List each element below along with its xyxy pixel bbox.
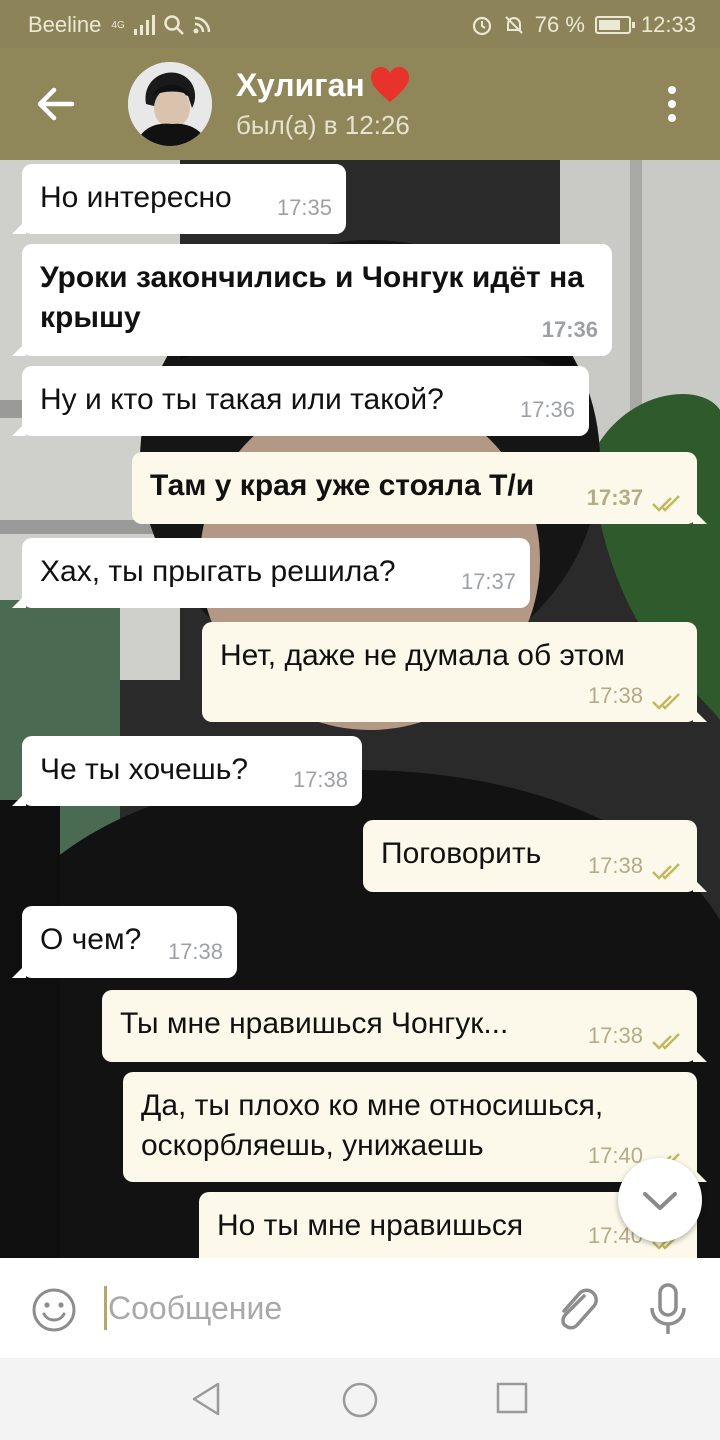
- message-text: Поговорить: [381, 837, 542, 870]
- back-arrow-icon[interactable]: [30, 80, 80, 128]
- avatar-photo: [128, 62, 212, 146]
- message-bubble[interactable]: Поговорить 17:38: [363, 820, 707, 892]
- message-time: 17:38: [587, 683, 643, 708]
- smiley-icon[interactable]: [30, 1286, 78, 1334]
- message-bubble[interactable]: Нет, даже не думала об этом 17:38: [202, 622, 707, 722]
- message-text: Там у края уже стояла Т/и: [150, 469, 535, 502]
- nav-recents-icon[interactable]: [496, 1382, 528, 1414]
- carrier-name: Beeline: [28, 12, 102, 37]
- message-input[interactable]: [108, 1280, 538, 1336]
- message-time: 17:38: [292, 767, 348, 792]
- read-check-icon: [652, 693, 680, 710]
- paperclip-icon[interactable]: [552, 1284, 602, 1334]
- contact-status: был(а) в 12:26: [236, 110, 410, 140]
- chevron-down-icon: [643, 1192, 677, 1210]
- message-bubble[interactable]: О чем? 17:38: [12, 906, 237, 978]
- nav-home-icon[interactable]: [340, 1380, 380, 1420]
- search-icon: [163, 15, 184, 35]
- message-bubble[interactable]: Уроки закончились и Чонгук идёт на крышу…: [12, 244, 612, 356]
- system-nav-bar: [0, 1358, 720, 1440]
- clock: 12:33: [640, 12, 696, 37]
- kebab-menu-icon[interactable]: [656, 84, 688, 124]
- rss-icon: [193, 16, 210, 34]
- read-check-icon: [652, 495, 680, 512]
- scroll-down-button[interactable]: [618, 1158, 702, 1242]
- battery-percent: 76 %: [534, 12, 585, 37]
- message-text: Нет, даже не думала об этом: [220, 639, 625, 672]
- alarm-icon: [472, 16, 491, 36]
- message-text: Но ты мне нравишься: [217, 1209, 524, 1242]
- message-time: 17:38: [587, 1023, 643, 1048]
- signal-icon: [133, 15, 155, 35]
- message-text: Но интересно: [40, 181, 232, 214]
- status-bar: Beeline 4G 76 % 12:33: [0, 0, 720, 48]
- read-check-icon: [652, 863, 680, 880]
- battery-icon: [594, 16, 635, 34]
- nav-back-icon[interactable]: [188, 1380, 224, 1418]
- message-time: 17:36: [541, 317, 598, 342]
- network-type: 4G: [111, 19, 125, 31]
- contact-avatar[interactable]: [128, 62, 212, 146]
- message-time: 17:37: [586, 485, 643, 510]
- contact-name-text: Хулиган: [236, 66, 365, 103]
- message-bubble[interactable]: Да, ты плохо ко мне относишься, оскорбля…: [123, 1072, 707, 1182]
- message-bubble[interactable]: Ну и кто ты такая или такой? 17:36: [12, 366, 589, 436]
- composer: [0, 1258, 720, 1358]
- message-text: О чем?: [40, 923, 142, 956]
- message-text: Ну и кто ты такая или такой?: [40, 383, 444, 416]
- message-text: Да, ты плохо ко мне относишься, оскорбля…: [141, 1089, 604, 1162]
- text-caret: [104, 1286, 107, 1330]
- message-time: 17:38: [167, 939, 223, 964]
- microphone-icon[interactable]: [646, 1282, 690, 1338]
- chat-header: Хулиган был(а) в 12:26: [0, 48, 720, 160]
- message-bubble[interactable]: Ты мне нравишься Чонгук... 17:38: [102, 990, 707, 1062]
- message-time: 17:37: [460, 569, 516, 594]
- message-bubble[interactable]: Че ты хочешь? 17:38: [12, 736, 362, 806]
- message-time: 17:38: [587, 853, 643, 878]
- heart-icon: [370, 67, 409, 102]
- message-text: Ты мне нравишься Чонгук...: [120, 1007, 509, 1040]
- message-list[interactable]: Но интересно 17:35 Уроки закончились и Ч…: [0, 160, 720, 1258]
- message-text: Че ты хочешь?: [40, 753, 249, 786]
- message-text: Уроки закончились и Чонгук идёт на крышу: [40, 261, 584, 334]
- contact-name[interactable]: Хулиган: [236, 66, 411, 104]
- message-time: 17:36: [519, 397, 575, 422]
- message-bubble[interactable]: Хах, ты прыгать решила? 17:37: [12, 538, 530, 608]
- message-bubble[interactable]: Но интересно 17:35: [12, 164, 346, 234]
- read-check-icon: [652, 1033, 680, 1050]
- message-text: Хах, ты прыгать решила?: [40, 555, 396, 588]
- message-time: 17:35: [276, 195, 332, 220]
- mute-bell-icon: [505, 16, 523, 34]
- message-bubble[interactable]: Там у края уже стояла Т/и 17:37: [132, 452, 707, 524]
